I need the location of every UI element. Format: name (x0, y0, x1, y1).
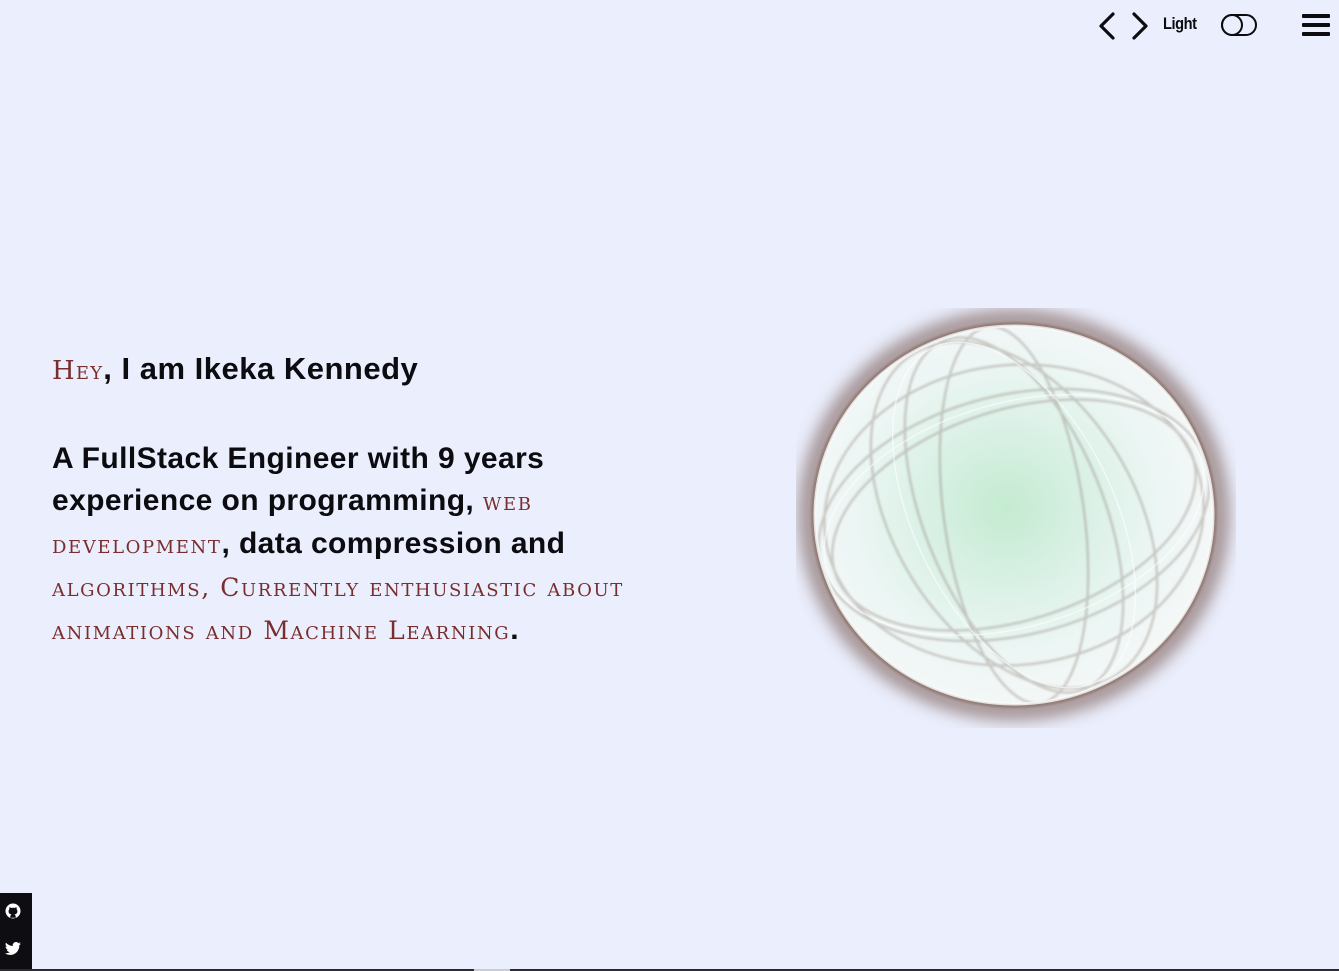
github-icon[interactable] (4, 902, 22, 920)
menu-bar-middle (1302, 23, 1330, 27)
greeting-name: , I am Ikeka Kennedy (103, 351, 419, 386)
top-bar: Light (1079, 0, 1339, 52)
bio-paragraph: A FullStack Engineer with 9 years experi… (52, 438, 632, 652)
theme-toggle-switch[interactable] (1221, 14, 1257, 36)
greeting-accent: Hey (52, 356, 104, 386)
bio-end-period: . (510, 613, 519, 646)
chevron-right-icon[interactable] (1127, 11, 1151, 41)
greeting-heading: Hey, I am Ikeka Kennedy (52, 346, 632, 394)
bio-text-2: , data compression and (221, 527, 566, 560)
chevron-left-icon[interactable] (1096, 11, 1120, 41)
twitter-icon[interactable] (4, 940, 22, 958)
hero-intro: Hey, I am Ikeka Kennedy A FullStack Engi… (52, 346, 632, 652)
hamburger-menu-icon[interactable] (1302, 12, 1332, 40)
social-links-dock (0, 893, 32, 971)
bio-text-1: A FullStack Engineer with 9 years experi… (52, 442, 545, 517)
bio-accent-interests: algorithms, Currently enthusiastic about… (52, 573, 624, 645)
menu-bar-bottom (1302, 32, 1330, 36)
toggle-knob (1221, 14, 1243, 36)
menu-bar-top (1302, 14, 1330, 18)
theme-label: Light (1163, 14, 1197, 33)
globe-animation (796, 308, 1236, 728)
